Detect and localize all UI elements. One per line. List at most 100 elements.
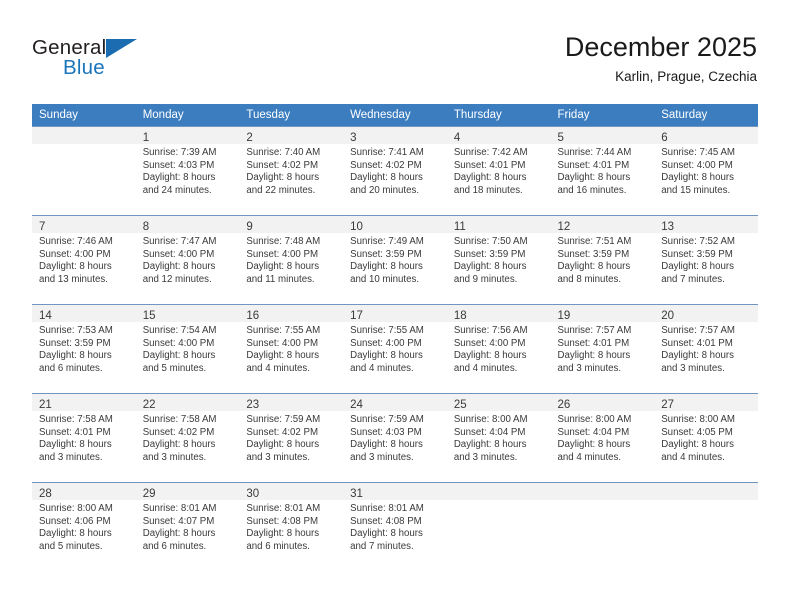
day-number-band: 24 xyxy=(343,394,447,411)
calendar-day-cell[interactable]: 28 Sunrise: 8:00 AM Sunset: 4:06 PM Dayligh… xyxy=(32,482,136,571)
calendar-page: General Blue December 2025 Karlin, Pragu… xyxy=(0,0,792,612)
calendar-day-cell[interactable]: 15 Sunrise: 7:54 AM Sunset: 4:00 PM Dayligh… xyxy=(135,304,240,394)
calendar-day-cell[interactable]: 10 Sunrise: 7:49 AM Sunset: 3:59 PM Dayligh… xyxy=(343,215,447,305)
calendar-day-cell[interactable]: 1 Sunrise: 7:39 AM Sunset: 4:03 PM Daylight… xyxy=(135,126,240,216)
day-number: 19 xyxy=(557,310,571,322)
calendar-day-cell[interactable]: 20 Sunrise: 7:57 AM Sunset: 4:01 PM Dayligh… xyxy=(654,304,758,394)
day-info-line: Sunrise: 7:54 AM xyxy=(142,325,217,336)
day-info-line: and 18 minutes. xyxy=(453,184,523,196)
day-sun-info: Sunrise: 7:51 AM Sunset: 3:59 PM Daylight:… xyxy=(551,233,655,286)
day-info-line: Daylight: 8 hours xyxy=(557,350,631,362)
day-cell-content: 8 Sunrise: 7:47 AM Sunset: 4:00 PM Daylight… xyxy=(135,216,240,304)
day-info-line: Sunset: 3:59 PM xyxy=(39,337,111,349)
day-info-line: Sunset: 4:02 PM xyxy=(142,426,215,438)
day-info-line: Sunset: 4:01 PM xyxy=(453,159,526,171)
calendar-day-cell[interactable]: 19 Sunrise: 7:57 AM Sunset: 4:01 PM Dayligh… xyxy=(550,304,655,394)
day-sun-info: Sunrise: 7:48 AM Sunset: 4:00 PM Daylight:… xyxy=(239,233,343,286)
day-info-line: and 3 minutes. xyxy=(557,362,622,374)
calendar-day-cell[interactable]: 18 Sunrise: 7:56 AM Sunset: 4:00 PM Dayligh… xyxy=(446,304,551,394)
calendar-day-cell[interactable]: 30 Sunrise: 8:01 AM Sunset: 4:08 PM Dayligh… xyxy=(239,482,344,571)
day-number-band: 6 xyxy=(654,127,758,144)
day-info-line: Daylight: 8 hours xyxy=(39,261,112,273)
day-number: 21 xyxy=(39,399,52,411)
calendar-day-cell[interactable]: 31 Sunrise: 8:01 AM Sunset: 4:08 PM Dayligh… xyxy=(343,482,447,571)
day-number: 15 xyxy=(142,310,156,322)
day-sun-info: Sunrise: 8:01 AM Sunset: 4:08 PM Daylight:… xyxy=(343,500,447,553)
day-number: 27 xyxy=(661,399,675,411)
day-info-line: Sunrise: 7:46 AM xyxy=(39,236,113,247)
day-number-band: 17 xyxy=(343,305,447,322)
day-info-line: and 3 minutes. xyxy=(453,451,518,463)
calendar-day-cell[interactable]: 8 Sunrise: 7:47 AM Sunset: 4:00 PM Daylight… xyxy=(135,215,240,305)
calendar-day-cell[interactable]: 17 Sunrise: 7:55 AM Sunset: 4:00 PM Dayligh… xyxy=(343,304,447,394)
calendar-day-cell[interactable]: 23 Sunrise: 7:59 AM Sunset: 4:02 PM Dayligh… xyxy=(239,393,344,483)
calendar-day-cell[interactable]: 22 Sunrise: 7:58 AM Sunset: 4:02 PM Dayligh… xyxy=(135,393,240,483)
day-info-line: Sunset: 3:59 PM xyxy=(453,248,526,260)
day-info-line: Sunrise: 8:01 AM xyxy=(350,503,424,514)
day-info-line: Sunrise: 7:59 AM xyxy=(246,414,321,425)
day-info-line: Sunrise: 7:44 AM xyxy=(557,147,632,158)
calendar-day-cell[interactable]: 13 Sunrise: 7:52 AM Sunset: 3:59 PM Dayligh… xyxy=(654,215,758,305)
day-number: 12 xyxy=(557,221,571,233)
day-info-line: and 16 minutes. xyxy=(557,184,627,196)
calendar-day-cell[interactable]: 16 Sunrise: 7:55 AM Sunset: 4:00 PM Dayligh… xyxy=(239,304,344,394)
day-sun-info: Sunrise: 7:50 AM Sunset: 3:59 PM Daylight:… xyxy=(447,233,551,286)
calendar-day-cell[interactable]: 7 Sunrise: 7:46 AM Sunset: 4:00 PM Daylight… xyxy=(32,215,136,305)
day-sun-info: Sunrise: 7:55 AM Sunset: 4:00 PM Daylight:… xyxy=(239,322,343,375)
day-info-line: Daylight: 8 hours xyxy=(453,439,527,451)
day-info-line: and 7 minutes. xyxy=(661,273,725,285)
day-cell-content: 17 Sunrise: 7:55 AM Sunset: 4:00 PM Dayligh… xyxy=(343,305,447,393)
day-number-band: 19 xyxy=(550,305,655,322)
day-number-band: 7 xyxy=(32,216,136,233)
day-number: 10 xyxy=(350,221,363,233)
calendar-day-cell[interactable]: 5 Sunrise: 7:44 AM Sunset: 4:01 PM Daylight… xyxy=(550,126,655,216)
calendar-day-cell[interactable]: 26 Sunrise: 8:00 AM Sunset: 4:04 PM Dayligh… xyxy=(550,393,655,483)
day-sun-info: Sunrise: 7:58 AM Sunset: 4:01 PM Daylight:… xyxy=(32,411,136,464)
day-sun-info: Sunrise: 7:58 AM Sunset: 4:02 PM Daylight:… xyxy=(136,411,240,464)
calendar-empty-cell xyxy=(32,126,136,216)
calendar-day-cell[interactable]: 14 Sunrise: 7:53 AM Sunset: 3:59 PM Dayligh… xyxy=(32,304,136,394)
day-sun-info: Sunrise: 7:39 AM Sunset: 4:03 PM Daylight:… xyxy=(136,144,240,197)
calendar-day-cell[interactable]: 2 Sunrise: 7:40 AM Sunset: 4:02 PM Daylight… xyxy=(239,126,344,216)
day-info-line: Sunrise: 8:00 AM xyxy=(557,414,632,425)
day-cell-content: 20 Sunrise: 7:57 AM Sunset: 4:01 PM Dayligh… xyxy=(654,305,758,393)
day-number-band: 1 xyxy=(135,127,240,144)
day-info-line: Sunset: 4:01 PM xyxy=(39,426,111,438)
calendar-day-cell[interactable]: 3 Sunrise: 7:41 AM Sunset: 4:02 PM Daylight… xyxy=(343,126,447,216)
day-sun-info: Sunrise: 7:54 AM Sunset: 4:00 PM Daylight:… xyxy=(136,322,240,375)
title-block: December 2025 Karlin, Prague, Czechia xyxy=(565,30,757,87)
day-number-band: 22 xyxy=(135,394,240,411)
day-info-line: Sunset: 4:00 PM xyxy=(246,248,319,260)
day-info-line: Daylight: 8 hours xyxy=(661,350,734,362)
day-info-line: Daylight: 8 hours xyxy=(246,439,320,451)
day-number: 6 xyxy=(661,132,668,144)
day-info-line: Daylight: 8 hours xyxy=(350,261,423,273)
calendar-day-cell[interactable]: 12 Sunrise: 7:51 AM Sunset: 3:59 PM Dayligh… xyxy=(550,215,655,305)
day-info-line: and 4 minutes. xyxy=(246,362,310,374)
day-cell-content: 6 Sunrise: 7:45 AM Sunset: 4:00 PM Daylight… xyxy=(654,127,758,215)
day-info-line: and 8 minutes. xyxy=(557,273,622,285)
day-cell-content: 4 Sunrise: 7:42 AM Sunset: 4:01 PM Daylight… xyxy=(446,127,551,215)
day-info-line: Daylight: 8 hours xyxy=(246,350,320,362)
calendar-day-cell[interactable]: 6 Sunrise: 7:45 AM Sunset: 4:00 PM Daylight… xyxy=(654,126,758,216)
day-info-line: Sunset: 4:00 PM xyxy=(246,337,319,349)
calendar-day-cell[interactable]: 24 Sunrise: 7:59 AM Sunset: 4:03 PM Dayligh… xyxy=(343,393,447,483)
day-number-band: 29 xyxy=(135,483,240,500)
calendar-day-cell[interactable]: 27 Sunrise: 8:00 AM Sunset: 4:05 PM Dayligh… xyxy=(654,393,758,483)
day-number-band: 31 xyxy=(343,483,447,500)
calendar-day-cell[interactable]: 9 Sunrise: 7:48 AM Sunset: 4:00 PM Daylight… xyxy=(239,215,344,305)
calendar-day-cell[interactable]: 4 Sunrise: 7:42 AM Sunset: 4:01 PM Daylight… xyxy=(446,126,551,216)
calendar-day-cell[interactable]: 29 Sunrise: 8:01 AM Sunset: 4:07 PM Dayligh… xyxy=(135,482,240,571)
day-cell-content: 11 Sunrise: 7:50 AM Sunset: 3:59 PM Dayligh… xyxy=(446,216,551,304)
day-info-line: and 3 minutes. xyxy=(350,451,414,463)
general-blue-logo[interactable]: General Blue xyxy=(32,36,252,88)
calendar-day-cell[interactable]: 11 Sunrise: 7:50 AM Sunset: 3:59 PM Dayligh… xyxy=(446,215,551,305)
day-number: 9 xyxy=(246,221,253,233)
day-number: 20 xyxy=(661,310,675,322)
day-number-band: 28 xyxy=(32,483,136,500)
calendar-day-cell[interactable]: 21 Sunrise: 7:58 AM Sunset: 4:01 PM Dayligh… xyxy=(32,393,136,483)
day-info-line: Daylight: 8 hours xyxy=(142,439,216,451)
calendar-day-cell[interactable]: 25 Sunrise: 8:00 AM Sunset: 4:04 PM Dayligh… xyxy=(446,393,551,483)
day-info-line: Sunset: 4:01 PM xyxy=(661,337,733,349)
day-number: 17 xyxy=(350,310,363,322)
